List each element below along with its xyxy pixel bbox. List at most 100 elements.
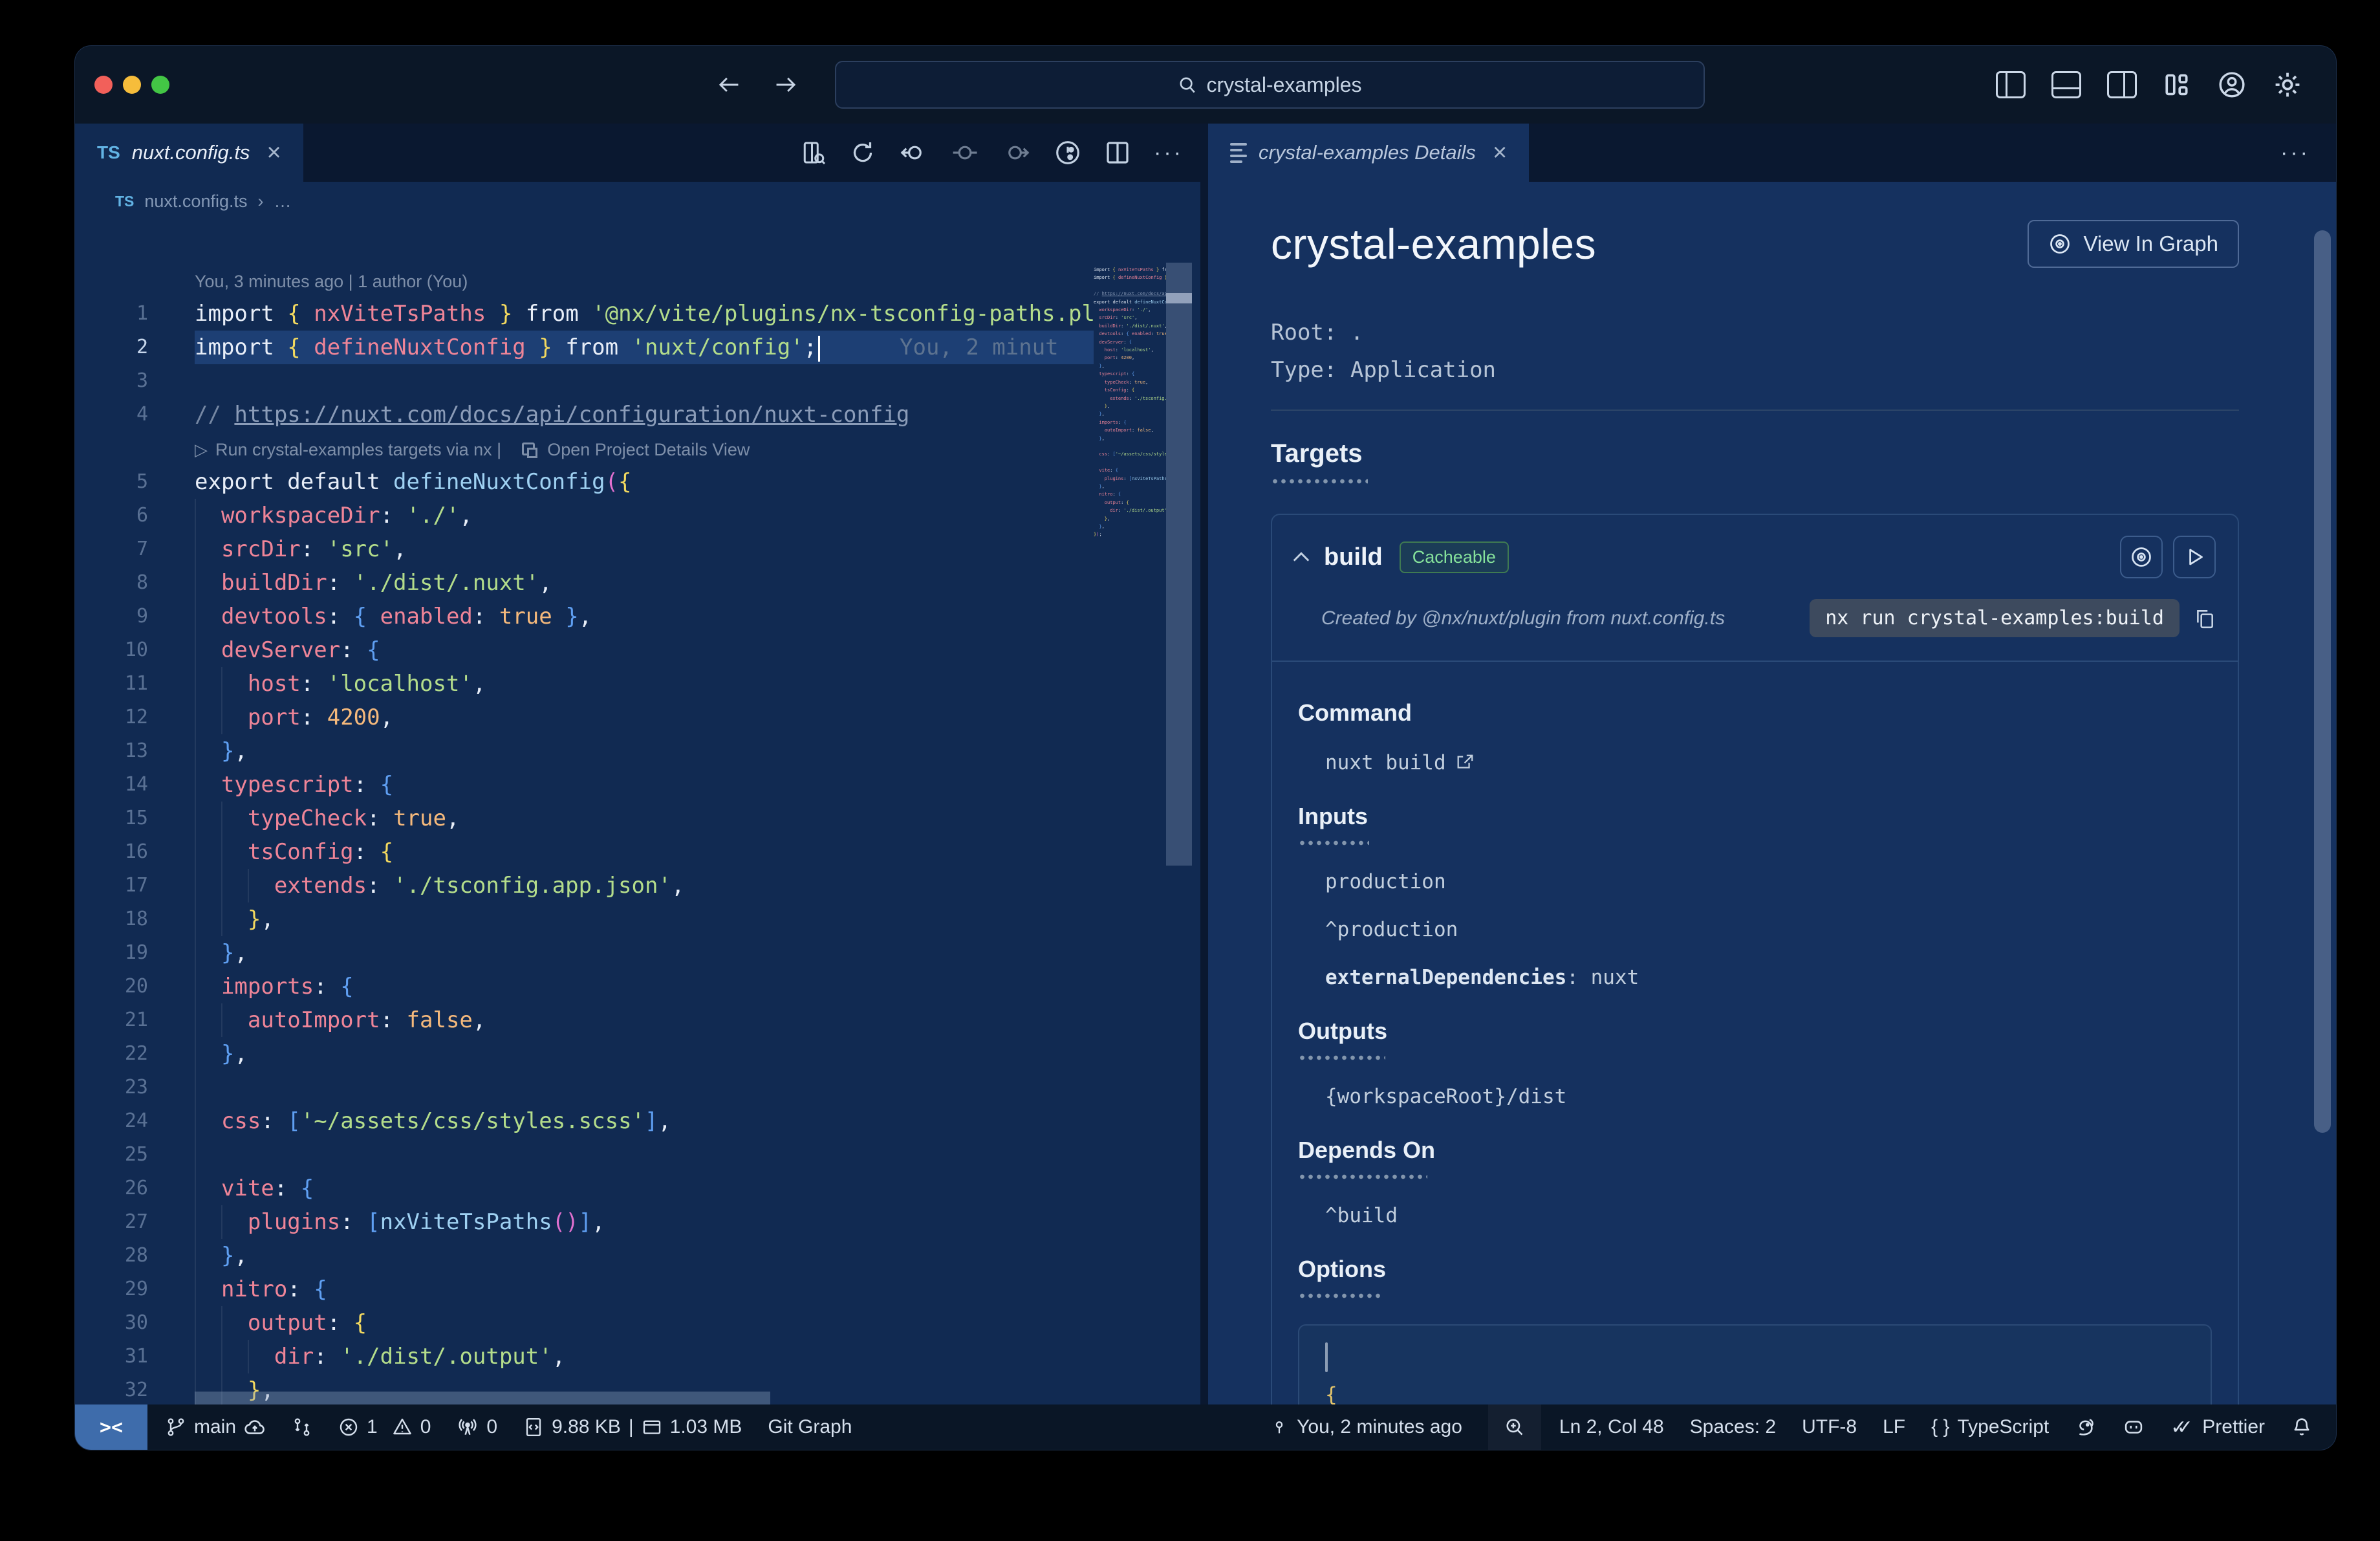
line-number[interactable]: 28 — [75, 1239, 195, 1273]
breadcrumb[interactable]: TS nuxt.config.ts › … — [75, 182, 1200, 221]
code-content[interactable]: host: 'localhost', — [195, 667, 1094, 701]
line-number[interactable]: 11 — [75, 667, 195, 701]
zoom-window-button[interactable] — [151, 76, 169, 94]
notifications-bell-icon[interactable] — [2291, 1416, 2313, 1438]
line-number[interactable]: 19 — [75, 936, 195, 970]
toggle-panel-icon[interactable] — [2051, 71, 2081, 98]
code-content[interactable]: autoImport: false, — [195, 1003, 1094, 1037]
codelens-open-link[interactable]: Open Project Details View — [543, 440, 750, 459]
code-line[interactable]: 13}, — [75, 734, 1200, 768]
line-number[interactable] — [75, 263, 195, 297]
git-branch-item[interactable]: main — [166, 1416, 266, 1438]
settings-gear-icon[interactable] — [2273, 70, 2302, 100]
code-content[interactable]: buildDir: './dist/.nuxt', — [195, 566, 1094, 600]
open-details-icon[interactable] — [521, 443, 537, 458]
code-line[interactable]: 1 import { nxViteTsPaths } from '@nx/vite… — [75, 297, 1200, 331]
code-content[interactable]: // https://nuxt.com/docs/api/configurati… — [195, 398, 1094, 432]
code-line[interactable]: 8 buildDir: './dist/.nuxt', — [75, 566, 1200, 600]
command-center-search[interactable]: crystal-examples — [835, 61, 1705, 109]
toggle-primary-sidebar-icon[interactable] — [1996, 71, 2026, 98]
line-number[interactable]: 13 — [75, 734, 195, 768]
line-number[interactable]: 30 — [75, 1306, 195, 1340]
view-in-graph-button[interactable]: View In Graph — [2028, 220, 2239, 268]
blame-item[interactable]: You, 2 minutes ago — [1270, 1416, 1462, 1438]
code-line[interactable]: 5 export default defineNuxtConfig({ — [75, 465, 1200, 499]
line-number[interactable]: 5 — [75, 465, 195, 499]
breadcrumb-file[interactable]: nuxt.config.ts — [144, 191, 247, 212]
line-number[interactable]: 9 — [75, 600, 195, 633]
line-number[interactable]: 31 — [75, 1340, 195, 1373]
code-line[interactable]: 4// https://nuxt.com/docs/api/configurat… — [75, 398, 1200, 432]
code-line[interactable]: 18}, — [75, 902, 1200, 936]
code-content[interactable]: ▷ Run crystal-examples targets via nx | O… — [195, 432, 1094, 465]
code-line[interactable]: 2 import { defineNuxtConfig } from 'nuxt/… — [75, 331, 1200, 364]
line-number[interactable]: 21 — [75, 1003, 195, 1037]
external-link-icon[interactable] — [1455, 752, 1475, 772]
current-change-icon[interactable] — [951, 140, 979, 166]
code-line[interactable]: 26 vite: { — [75, 1172, 1200, 1205]
code-line[interactable]: 10 devServer: { — [75, 633, 1200, 667]
problems-item[interactable]: 1 0 — [338, 1416, 431, 1438]
codelens-line[interactable]: ▷ Run crystal-examples targets via nx | O… — [75, 432, 1200, 465]
code-content[interactable]: }, — [195, 936, 1094, 970]
line-number[interactable]: 14 — [75, 768, 195, 802]
code-line[interactable]: 29 nitro: { — [75, 1273, 1200, 1306]
line-number[interactable]: 25 — [75, 1138, 195, 1172]
code-content[interactable]: }, — [195, 1239, 1094, 1273]
split-editor-icon[interactable] — [1105, 140, 1130, 166]
line-number[interactable]: 2 — [75, 331, 195, 364]
ports-item[interactable]: 0 — [457, 1416, 497, 1438]
code-content[interactable]: port: 4200, — [195, 701, 1094, 734]
code-line[interactable]: 15 typeCheck: true, — [75, 802, 1200, 835]
pane-divider[interactable] — [1200, 124, 1208, 1404]
code-line[interactable]: 28}, — [75, 1239, 1200, 1273]
target-name[interactable]: build — [1324, 543, 1383, 571]
line-number[interactable]: 8 — [75, 566, 195, 600]
code-content[interactable]: devServer: { — [195, 633, 1094, 667]
customize-layout-icon[interactable] — [2163, 71, 2191, 98]
code-content[interactable]: extends: './tsconfig.app.json', — [195, 869, 1094, 902]
code-content[interactable]: typescript: { — [195, 768, 1094, 802]
code-content[interactable]: }, — [195, 1037, 1094, 1071]
code-line[interactable]: 16 tsConfig: { — [75, 835, 1200, 869]
line-number[interactable]: 32 — [75, 1373, 195, 1404]
line-number[interactable]: 27 — [75, 1205, 195, 1239]
code-content[interactable]: devtools: { enabled: true }, — [195, 600, 1094, 633]
code-line[interactable]: 31 dir: './dist/.output', — [75, 1340, 1200, 1373]
code-line[interactable]: 19}, — [75, 936, 1200, 970]
code-line[interactable]: 23 — [75, 1071, 1200, 1104]
codelens-run-link[interactable]: Run crystal-examples targets via nx — [215, 440, 492, 459]
run-play-icon[interactable]: ▷ — [195, 440, 208, 459]
close-tab-icon[interactable]: × — [266, 139, 281, 167]
tab-nuxt-config[interactable]: TS nuxt.config.ts × — [75, 124, 303, 182]
line-number[interactable]: 24 — [75, 1104, 195, 1138]
code-line[interactable]: 22}, — [75, 1037, 1200, 1071]
git-compare-item[interactable] — [292, 1417, 312, 1437]
code-content[interactable] — [195, 1138, 1094, 1172]
zoom-item[interactable] — [1488, 1404, 1541, 1450]
code-content[interactable]: output: { — [195, 1306, 1094, 1340]
code-content[interactable]: }, — [195, 902, 1094, 936]
code-content[interactable] — [195, 1071, 1094, 1104]
code-line[interactable]: 30 output: { — [75, 1306, 1200, 1340]
forward-icon[interactable] — [772, 71, 799, 98]
account-icon[interactable] — [2217, 70, 2247, 100]
copilot-icon[interactable] — [2123, 1416, 2145, 1438]
eol-item[interactable]: LF — [1883, 1416, 1905, 1438]
code-line[interactable]: 7 srcDir: 'src', — [75, 532, 1200, 566]
line-number[interactable]: 20 — [75, 970, 195, 1003]
line-number[interactable]: 29 — [75, 1273, 195, 1306]
line-number[interactable]: 10 — [75, 633, 195, 667]
code-content[interactable]: imports: { — [195, 970, 1094, 1003]
blame-line[interactable]: You, 3 minutes ago | 1 author (You) — [75, 263, 1200, 297]
file-size-item[interactable]: 9.88 KB | 1.03 MB — [523, 1416, 742, 1438]
command-value[interactable]: nuxt build — [1325, 751, 2212, 774]
code-content[interactable] — [195, 364, 1094, 398]
code-line[interactable]: 9 devtools: { enabled: true }, — [75, 600, 1200, 633]
line-number[interactable]: 23 — [75, 1071, 195, 1104]
code-line[interactable]: 6 workspaceDir: './', — [75, 499, 1200, 532]
code-line[interactable]: 24 css: ['~/assets/css/styles.scss'], — [75, 1104, 1200, 1138]
line-number[interactable]: 12 — [75, 701, 195, 734]
nx-run-command-chip[interactable]: nx run crystal-examples:build — [1810, 599, 2180, 637]
code-line[interactable]: 25 — [75, 1138, 1200, 1172]
